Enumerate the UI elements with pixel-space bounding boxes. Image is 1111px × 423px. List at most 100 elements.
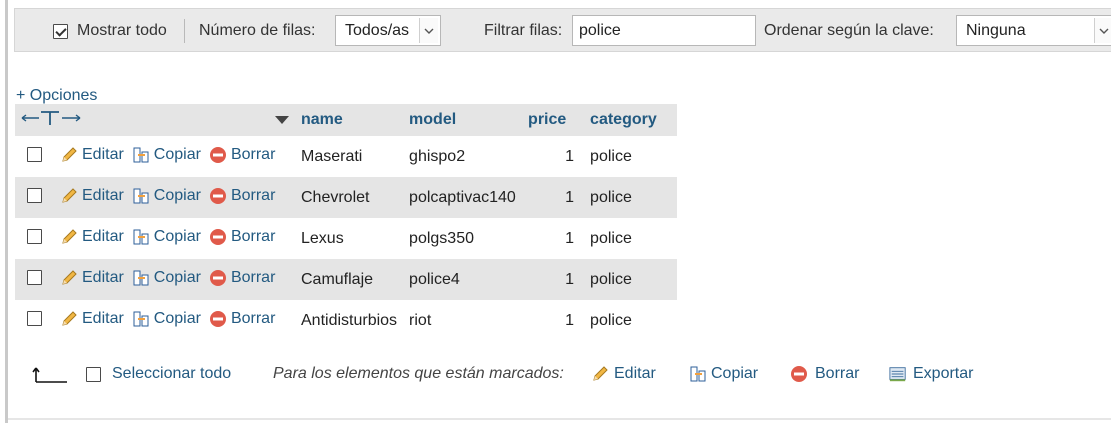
delete-label[interactable]: Borrar [231, 146, 275, 164]
edit-label[interactable]: Editar [82, 228, 124, 246]
delete-icon [209, 269, 226, 286]
cell-name: Camuflaje [295, 259, 404, 300]
delete-icon [209, 146, 226, 163]
bulk-actions-bar: Seleccionar todo Para los elementos que … [0, 356, 1111, 392]
copy-label[interactable]: Copiar [154, 310, 201, 328]
row-actions: Editar Copiar Borrar [15, 300, 295, 341]
cell-price: 1 [522, 259, 585, 300]
delete-label[interactable]: Borrar [231, 187, 275, 205]
row-select-checkbox[interactable] [27, 188, 42, 204]
column-header-category[interactable]: category [584, 104, 678, 136]
cell-model: polgs350 [409, 229, 474, 247]
copy-row-button[interactable]: Copiar [132, 146, 201, 164]
edit-label[interactable]: Editar [82, 269, 124, 287]
sort-key-select[interactable]: Ninguna [956, 15, 1111, 46]
copy-row-button[interactable]: Copiar [132, 310, 201, 328]
bulk-copy-label[interactable]: Copiar [711, 365, 758, 383]
row-select-checkbox[interactable] [27, 147, 42, 163]
bulk-edit-button[interactable]: Editar [591, 356, 656, 392]
cell-name: Maserati [301, 147, 363, 165]
table-row: Editar Copiar Borrar Chevrolet polcaptiv… [15, 177, 678, 218]
delete-row-button[interactable]: Borrar [209, 228, 275, 246]
cell-category: police [590, 147, 632, 165]
column-header-name[interactable]: name [295, 104, 404, 136]
results-table: name model price category Editar Copiar [15, 104, 678, 341]
header-row: name model price category [15, 104, 678, 136]
edit-label[interactable]: Editar [82, 310, 124, 328]
delete-icon [209, 228, 226, 245]
copy-label[interactable]: Copiar [154, 269, 201, 287]
show-all-control[interactable]: Mostrar todo [53, 9, 167, 53]
select-all-control[interactable]: Seleccionar todo [86, 356, 231, 392]
table-row: Editar Copiar Borrar Lexus polgs350 1 po… [15, 218, 677, 259]
copy-label[interactable]: Copiar [154, 187, 201, 205]
toolbar-divider [184, 19, 185, 43]
row-select-checkbox[interactable] [27, 311, 42, 327]
select-all-label[interactable]: Seleccionar todo [112, 365, 231, 383]
column-header-model[interactable]: model [403, 104, 523, 136]
with-selected-label: Para los elementos que están marcados: [273, 365, 564, 382]
cell-price: 1 [565, 229, 575, 247]
show-all-label[interactable]: Mostrar todo [77, 22, 167, 40]
cell-model: polcaptivac140 [403, 177, 523, 218]
show-all-checkbox[interactable] [53, 23, 68, 39]
options-link[interactable]: + Opciones [16, 87, 97, 105]
copy-label[interactable]: Copiar [154, 228, 201, 246]
table-navigation-toolbar: Mostrar todo Número de filas: Todos/as F… [14, 8, 1111, 52]
copy-row-button[interactable]: Copiar [132, 187, 201, 205]
select-all-checkbox[interactable] [86, 366, 101, 382]
delete-row-button[interactable]: Borrar [209, 187, 275, 205]
copy-label[interactable]: Copiar [154, 146, 201, 164]
table-row: Editar Copiar Borrar Maserati ghispo2 1 … [15, 136, 677, 177]
filter-rows-label: Filtrar filas: [484, 22, 563, 39]
edit-label[interactable]: Editar [82, 146, 124, 164]
edit-row-button[interactable]: Editar [60, 146, 124, 164]
rows-count-value: Todos/as [345, 21, 410, 39]
edit-row-button[interactable]: Editar [60, 187, 124, 205]
delete-label[interactable]: Borrar [231, 310, 275, 328]
edit-row-button[interactable]: Editar [60, 228, 124, 246]
sort-key-value: Ninguna [966, 21, 1026, 39]
chevron-down-icon[interactable] [1094, 18, 1111, 43]
cell-category: police [584, 177, 678, 218]
row-actions: Editar Copiar Borrar [15, 218, 295, 259]
rows-count-select[interactable]: Todos/as [335, 15, 441, 46]
bulk-delete-button[interactable]: Borrar [790, 356, 859, 392]
rows-count-label: Número de filas: [199, 22, 316, 39]
delete-row-button[interactable]: Borrar [209, 310, 275, 328]
row-select-checkbox[interactable] [27, 270, 42, 286]
pencil-icon [62, 229, 77, 244]
bulk-delete-label[interactable]: Borrar [815, 365, 859, 383]
pencil-icon [62, 147, 77, 162]
copy-icon [133, 311, 149, 327]
delete-row-button[interactable]: Borrar [209, 146, 275, 164]
bulk-copy-button[interactable]: Copiar [689, 356, 758, 392]
cell-model: riot [409, 311, 432, 329]
cell-model: ghispo2 [409, 147, 466, 165]
export-icon [889, 367, 906, 382]
filter-rows-input[interactable] [572, 15, 756, 46]
edit-row-button[interactable]: Editar [60, 269, 124, 287]
pencil-icon [62, 270, 77, 285]
cell-price: 1 [565, 147, 575, 165]
chevron-down-icon[interactable] [419, 18, 438, 43]
edit-label[interactable]: Editar [82, 187, 124, 205]
cell-model: police4 [403, 259, 523, 300]
sort-desc-icon[interactable] [275, 116, 289, 124]
copy-row-button[interactable]: Copiar [132, 269, 201, 287]
column-header-price[interactable]: price [522, 104, 585, 136]
row-actions: Editar Copiar Borrar [15, 259, 295, 300]
cell-name: Chevrolet [295, 177, 404, 218]
pencil-icon [593, 366, 608, 381]
delete-label[interactable]: Borrar [231, 228, 275, 246]
edit-row-button[interactable]: Editar [60, 310, 124, 328]
column-arrows-icon[interactable] [21, 110, 81, 131]
bulk-export-label[interactable]: Exportar [913, 365, 973, 383]
row-select-checkbox[interactable] [27, 229, 42, 245]
bulk-export-button[interactable]: Exportar [889, 356, 973, 392]
copy-row-button[interactable]: Copiar [132, 228, 201, 246]
delete-label[interactable]: Borrar [231, 269, 275, 287]
table-row: Editar Copiar Borrar Antidisturbios riot… [15, 300, 677, 341]
bulk-edit-label[interactable]: Editar [614, 365, 656, 383]
delete-row-button[interactable]: Borrar [209, 269, 275, 287]
